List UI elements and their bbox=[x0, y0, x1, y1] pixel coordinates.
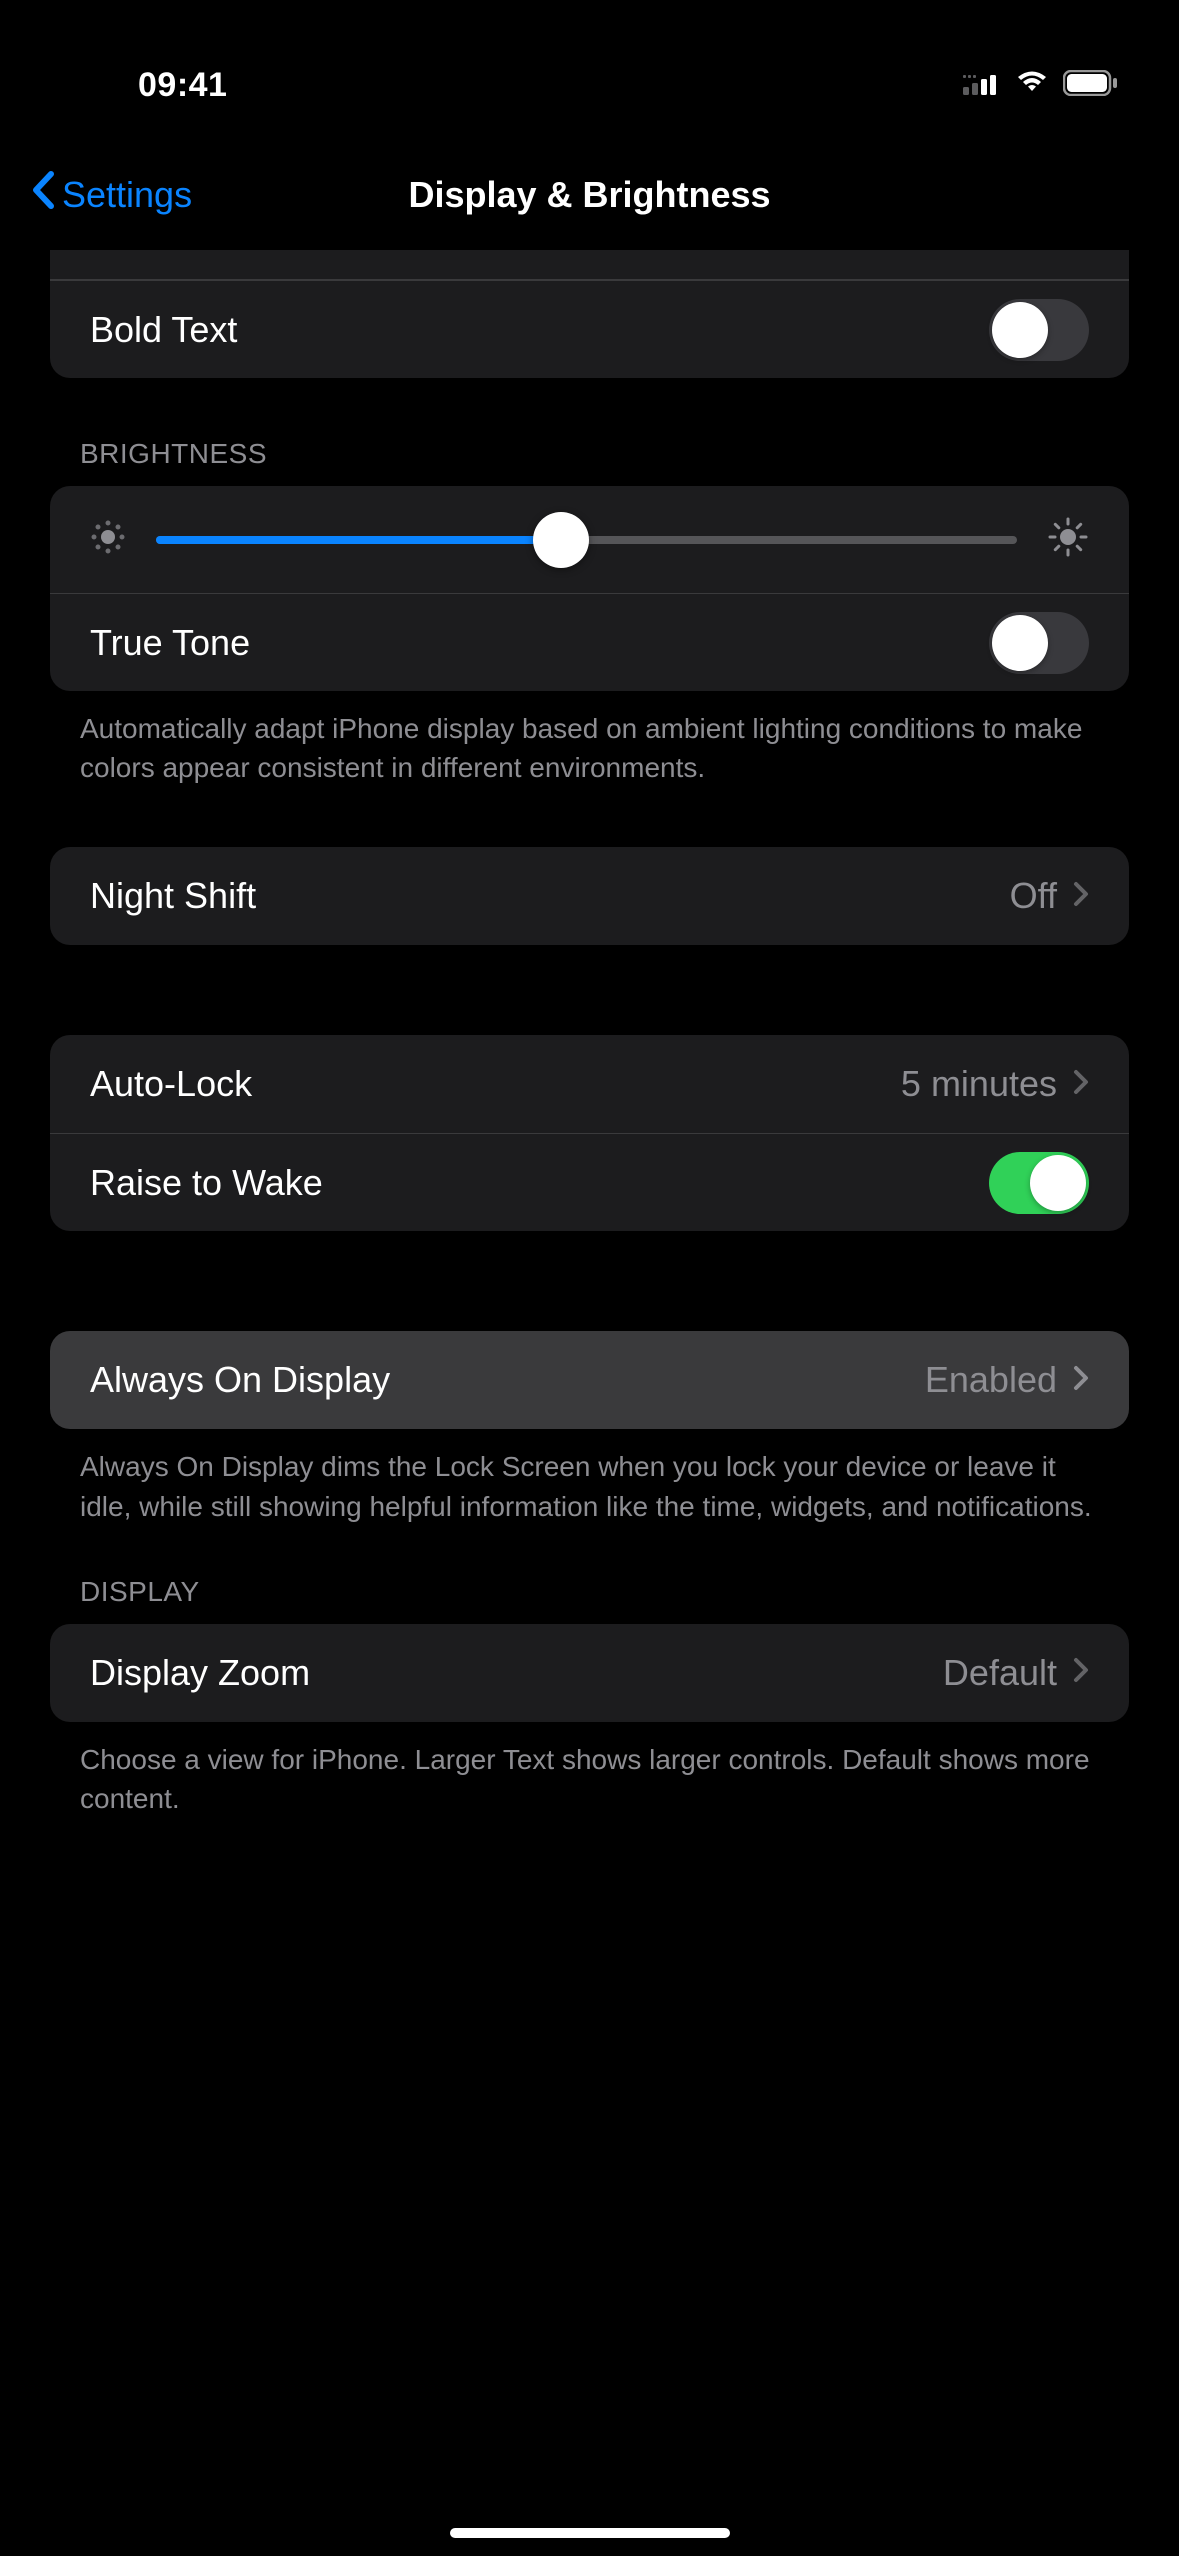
brightness-slider-row bbox=[50, 486, 1129, 593]
home-indicator[interactable] bbox=[450, 2528, 730, 2538]
true-tone-toggle[interactable] bbox=[989, 612, 1089, 674]
battery-icon bbox=[1063, 70, 1119, 101]
true-tone-row[interactable]: True Tone bbox=[50, 593, 1129, 691]
partial-row bbox=[50, 250, 1129, 280]
row-right: 5 minutes bbox=[901, 1063, 1089, 1105]
bold-text-label: Bold Text bbox=[90, 309, 237, 351]
chevron-right-icon bbox=[1073, 1362, 1089, 1399]
text-settings-group: Bold Text bbox=[50, 250, 1129, 378]
raise-to-wake-toggle[interactable] bbox=[989, 1152, 1089, 1214]
brightness-group: True Tone bbox=[50, 486, 1129, 691]
toggle-knob bbox=[992, 302, 1048, 358]
brightness-header: BRIGHTNESS bbox=[0, 378, 1179, 486]
display-zoom-label: Display Zoom bbox=[90, 1652, 310, 1694]
toggle-knob bbox=[1030, 1155, 1086, 1211]
chevron-right-icon bbox=[1073, 1066, 1089, 1103]
navigation-bar: Settings Display & Brightness bbox=[0, 150, 1179, 250]
display-zoom-group: Display Zoom Default bbox=[50, 1624, 1129, 1722]
chevron-right-icon bbox=[1073, 1654, 1089, 1691]
chevron-right-icon bbox=[1073, 878, 1089, 915]
row-right: Off bbox=[1010, 875, 1089, 917]
row-right: Enabled bbox=[925, 1359, 1089, 1401]
always-on-display-label: Always On Display bbox=[90, 1359, 390, 1401]
true-tone-label: True Tone bbox=[90, 622, 250, 664]
row-right: Default bbox=[943, 1652, 1089, 1694]
cellular-signal-icon bbox=[963, 71, 1001, 100]
night-shift-row[interactable]: Night Shift Off bbox=[50, 847, 1129, 945]
status-time: 09:41 bbox=[138, 66, 227, 105]
display-zoom-value: Default bbox=[943, 1652, 1057, 1694]
auto-lock-value: 5 minutes bbox=[901, 1063, 1057, 1105]
page-title: Display & Brightness bbox=[408, 174, 770, 216]
slider-thumb[interactable] bbox=[533, 512, 589, 568]
brightness-footer: Automatically adapt iPhone display based… bbox=[0, 691, 1179, 787]
auto-lock-label: Auto-Lock bbox=[90, 1063, 252, 1105]
content-area: Bold Text BRIGHTNESS bbox=[0, 250, 1179, 1818]
auto-lock-row[interactable]: Auto-Lock 5 minutes bbox=[50, 1035, 1129, 1133]
lock-group: Auto-Lock 5 minutes Raise to Wake bbox=[50, 1035, 1129, 1231]
bold-text-row[interactable]: Bold Text bbox=[50, 280, 1129, 378]
sun-min-icon bbox=[90, 519, 126, 560]
sun-max-icon bbox=[1047, 516, 1089, 563]
slider-fill bbox=[156, 536, 561, 544]
bold-text-toggle[interactable] bbox=[989, 299, 1089, 361]
raise-to-wake-label: Raise to Wake bbox=[90, 1162, 323, 1204]
night-shift-value: Off bbox=[1010, 875, 1057, 917]
display-zoom-footer: Choose a view for iPhone. Larger Text sh… bbox=[0, 1722, 1179, 1818]
always-on-display-value: Enabled bbox=[925, 1359, 1057, 1401]
display-zoom-row[interactable]: Display Zoom Default bbox=[50, 1624, 1129, 1722]
back-button[interactable]: Settings bbox=[30, 170, 192, 221]
back-label: Settings bbox=[62, 174, 192, 216]
toggle-knob bbox=[992, 615, 1048, 671]
always-on-display-row[interactable]: Always On Display Enabled bbox=[50, 1331, 1129, 1429]
chevron-back-icon bbox=[30, 170, 56, 221]
brightness-slider[interactable] bbox=[156, 536, 1017, 544]
always-on-display-group: Always On Display Enabled bbox=[50, 1331, 1129, 1429]
raise-to-wake-row[interactable]: Raise to Wake bbox=[50, 1133, 1129, 1231]
display-header: DISPLAY bbox=[0, 1526, 1179, 1624]
always-on-display-footer: Always On Display dims the Lock Screen w… bbox=[0, 1429, 1179, 1525]
night-shift-group: Night Shift Off bbox=[50, 847, 1129, 945]
night-shift-label: Night Shift bbox=[90, 875, 256, 917]
wifi-icon bbox=[1015, 71, 1049, 100]
status-icons bbox=[963, 70, 1119, 101]
status-bar: 09:41 bbox=[0, 0, 1179, 150]
